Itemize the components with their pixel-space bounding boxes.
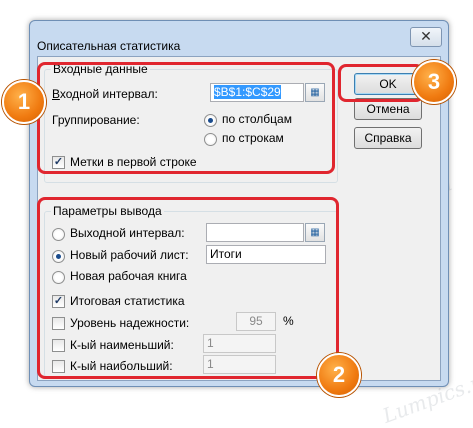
help-button[interactable]: Справка <box>354 127 422 149</box>
close-icon: ✕ <box>420 28 432 44</box>
step-badge-1: 1 <box>2 80 46 124</box>
dialog-title: Описательная статистика <box>37 39 181 53</box>
cancel-button-label: Отмена <box>366 102 410 116</box>
close-button[interactable]: ✕ <box>410 27 442 47</box>
highlight-input-group <box>37 62 335 174</box>
help-button-label: Справка <box>364 131 412 145</box>
step-badge-3: 3 <box>412 60 456 104</box>
title-bar: Описательная статистика ✕ <box>30 21 448 53</box>
step-badge-2: 2 <box>317 353 361 397</box>
highlight-output-group <box>37 197 339 379</box>
